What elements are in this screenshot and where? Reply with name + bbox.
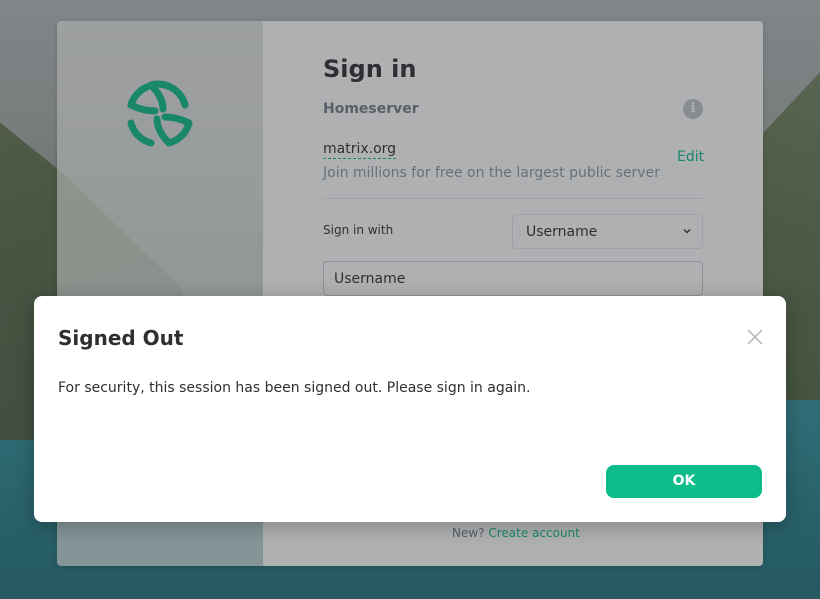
dialog-title: Signed Out: [58, 326, 184, 350]
signed-out-dialog: Signed Out For security, this session ha…: [34, 296, 786, 522]
ok-button[interactable]: OK: [606, 465, 762, 498]
close-icon[interactable]: [746, 328, 764, 346]
dialog-message: For security, this session has been sign…: [58, 380, 531, 396]
